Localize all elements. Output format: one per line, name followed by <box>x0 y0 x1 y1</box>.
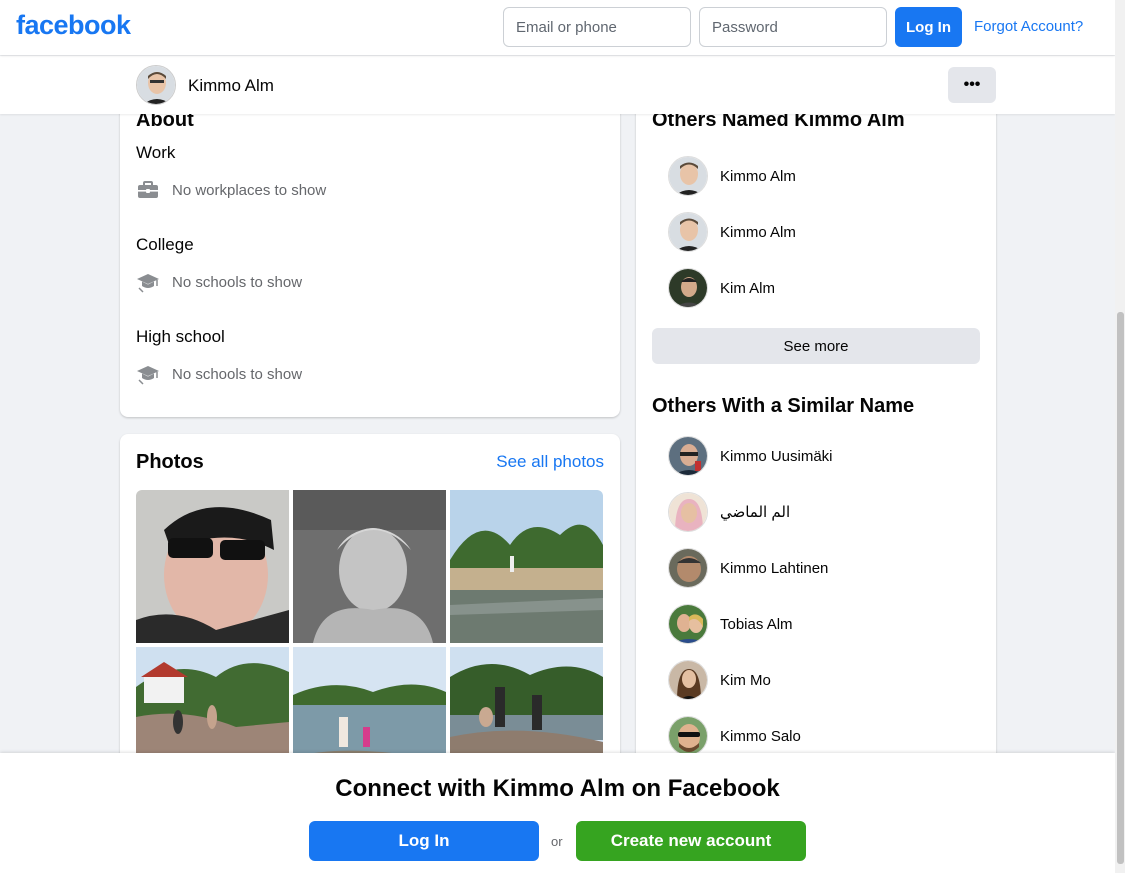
login-button[interactable]: Log In <box>895 7 962 47</box>
about-card: About Work No workplaces to show College… <box>120 80 620 417</box>
person-item[interactable]: Kimmo Salo <box>668 716 801 756</box>
work-row: No workplaces to show <box>136 178 326 202</box>
highschool-value: No schools to show <box>172 365 303 383</box>
banner-login-button[interactable]: Log In <box>309 821 539 861</box>
see-all-photos-link[interactable]: See all photos <box>496 452 604 472</box>
scrollbar-thumb[interactable] <box>1117 312 1124 864</box>
person-name: Kimmo Alm <box>720 223 796 241</box>
person-name: Tobias Alm <box>720 615 793 633</box>
person-item[interactable]: الم الماضي <box>668 492 790 532</box>
password-field[interactable] <box>699 7 887 47</box>
photo-thumbnail[interactable] <box>293 490 446 643</box>
profile-bar: Kimmo Alm ••• <box>0 56 1115 114</box>
create-account-button[interactable]: Create new account <box>576 821 806 861</box>
highschool-label: High school <box>136 327 225 346</box>
person-name: Kim Alm <box>720 279 776 297</box>
avatar <box>668 604 708 644</box>
person-name: Kimmo Lahtinen <box>720 559 829 577</box>
highschool-row: No schools to show <box>136 362 302 386</box>
person-item[interactable]: Kim Mo <box>668 660 771 700</box>
avatar <box>668 212 708 252</box>
email-field[interactable] <box>503 7 691 47</box>
person-name: Kimmo Uusimäki <box>720 447 833 465</box>
person-name: Kimmo Alm <box>720 167 796 185</box>
more-options-button[interactable]: ••• <box>948 67 996 103</box>
avatar <box>668 660 708 700</box>
person-item[interactable]: Kim Alm <box>668 268 775 308</box>
or-separator: or <box>551 834 563 849</box>
top-navbar: facebook Log In Forgot Account? <box>0 0 1115 55</box>
person-name: Kimmo Salo <box>720 727 801 745</box>
work-label: Work <box>136 143 176 162</box>
avatar <box>668 268 708 308</box>
forgot-account-link[interactable]: Forgot Account? <box>974 18 1083 35</box>
person-name: Kim Mo <box>720 671 771 689</box>
person-name: الم الماضي <box>720 504 791 521</box>
avatar <box>668 548 708 588</box>
graduation-cap-icon <box>137 366 159 385</box>
avatar[interactable] <box>136 65 176 105</box>
photo-thumbnail[interactable] <box>450 490 603 643</box>
person-item[interactable]: Tobias Alm <box>668 604 793 644</box>
people-sidebar-card: Others Named Kimmo Alm Kimmo Alm Kimmo A… <box>636 80 996 800</box>
photo-thumbnail[interactable] <box>136 490 289 643</box>
photos-title: Photos <box>136 451 204 473</box>
graduation-cap-icon <box>137 274 159 293</box>
profile-name[interactable]: Kimmo Alm <box>188 76 274 96</box>
briefcase-icon <box>138 181 158 198</box>
person-item[interactable]: Kimmo Alm <box>668 212 796 252</box>
college-row: No schools to show <box>136 270 302 294</box>
see-more-button[interactable]: See more <box>652 328 980 364</box>
college-label: College <box>136 235 194 254</box>
facebook-logo[interactable]: facebook <box>16 10 131 41</box>
avatar <box>668 716 708 756</box>
connect-title: Connect with Kimmo Alm on Facebook <box>335 775 780 802</box>
work-value: No workplaces to show <box>172 181 327 199</box>
photos-card: Photos See all photos <box>120 434 620 794</box>
person-item[interactable]: Kimmo Alm <box>668 156 796 196</box>
person-item[interactable]: Kimmo Lahtinen <box>668 548 828 588</box>
avatar <box>668 156 708 196</box>
avatar <box>668 492 708 532</box>
college-value: No schools to show <box>172 273 303 291</box>
connect-banner: Connect with Kimmo Alm on Facebook Log I… <box>0 753 1115 873</box>
avatar <box>668 436 708 476</box>
similar-name-title: Others With a Similar Name <box>652 395 915 417</box>
person-item[interactable]: Kimmo Uusimäki <box>668 436 833 476</box>
